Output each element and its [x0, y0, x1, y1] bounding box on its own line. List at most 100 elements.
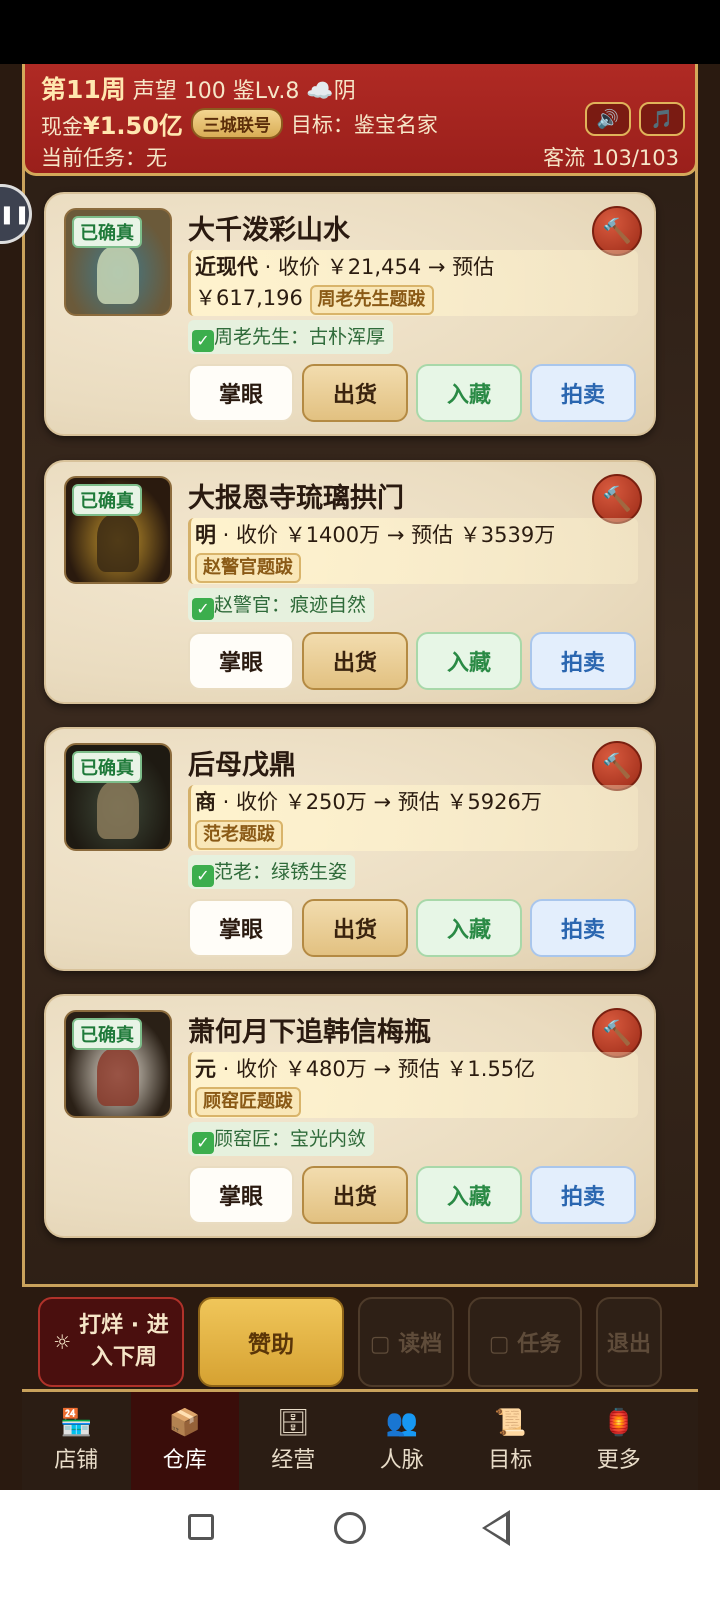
- nav-icon: 👥: [385, 1408, 418, 1438]
- sell-button[interactable]: 出货: [302, 899, 408, 957]
- item-thumbnail[interactable]: 已确真: [64, 1010, 172, 1118]
- item-card: 已确真 萧何月下追韩信梅瓶 🔨 元 · 收价 ￥480万 → 预估 ￥1.55亿…: [44, 994, 656, 1238]
- authenticated-tag: 已确真: [72, 751, 142, 783]
- item-thumbnail-art: [97, 1048, 139, 1106]
- inspect-button[interactable]: 掌眼: [188, 899, 294, 957]
- item-era: 明: [195, 523, 216, 547]
- item-price-info: 近现代 · 收价 ￥21,454 → 预估 ￥617,196 周老先生题跋: [188, 250, 638, 316]
- item-card: 已确真 后母戊鼎 🔨 商 · 收价 ￥250万 → 预估 ￥5926万 范老题跋…: [44, 727, 656, 971]
- nav-item-2[interactable]: 🗄 经营: [239, 1392, 348, 1490]
- load-save-button[interactable]: ▢ 读档: [358, 1297, 454, 1387]
- close-shop-label-1: 打烊 · 进: [79, 1313, 169, 1338]
- inspect-button[interactable]: 掌眼: [188, 1166, 294, 1224]
- sponsor-button[interactable]: 赞助: [198, 1297, 344, 1387]
- auction-button[interactable]: 拍卖: [530, 899, 636, 957]
- inscription-tag: 范老题跋: [195, 820, 283, 850]
- auction-button[interactable]: 拍卖: [530, 364, 636, 422]
- item-thumbnail[interactable]: 已确真: [64, 476, 172, 584]
- system-nav-bar: [0, 1490, 720, 1612]
- item-price-info: 元 · 收价 ￥480万 → 预估 ￥1.55亿 顾窑匠题跋: [188, 1052, 638, 1118]
- music-note-icon: 🎵: [650, 108, 674, 130]
- item-title: 萧何月下追韩信梅瓶: [188, 1017, 431, 1048]
- nav-label: 仓库: [162, 1448, 207, 1473]
- inspect-button[interactable]: 掌眼: [188, 632, 294, 690]
- recent-apps-icon[interactable]: [188, 1514, 214, 1540]
- status-bar: [0, 0, 720, 64]
- sell-button[interactable]: 出货: [302, 1166, 408, 1224]
- hammer-button[interactable]: 🔨: [592, 206, 642, 256]
- pause-icon: ❚❚: [0, 203, 30, 225]
- nav-label: 人脉: [379, 1448, 424, 1473]
- authenticated-tag: 已确真: [72, 216, 142, 248]
- weather-label: ☁️阴: [306, 79, 356, 104]
- expert-verdict-text: 赵警官：痕迹自然: [214, 594, 367, 616]
- expert-verdict: ✓ 顾窑匠：宝光内敛: [188, 1122, 375, 1156]
- music-button[interactable]: 🎵: [639, 102, 685, 136]
- nav-item-5[interactable]: 🏮 更多: [565, 1392, 674, 1490]
- auction-button[interactable]: 拍卖: [530, 632, 636, 690]
- city-badge: 三城联号: [190, 108, 283, 139]
- goal-label: 目标：鉴宝名家: [290, 112, 438, 137]
- nav-label: 经营: [271, 1448, 316, 1473]
- check-icon: ✓: [192, 1132, 214, 1154]
- task-button[interactable]: ▢ 任务: [468, 1297, 582, 1387]
- check-icon: ✓: [192, 330, 214, 352]
- collect-button[interactable]: 入藏: [416, 1166, 522, 1224]
- nav-icon: 📦: [168, 1408, 201, 1438]
- inspect-button[interactable]: 掌眼: [188, 364, 294, 422]
- item-era: 近现代: [195, 255, 258, 279]
- check-icon: ✓: [192, 865, 214, 887]
- item-price-line: · 收价 ￥480万 → 预估 ￥1.55亿: [216, 1057, 536, 1081]
- header-row-stats: 第11周 声望 100 鉴Lv.8 ☁️阴: [41, 70, 356, 106]
- sound-button[interactable]: 🔊: [585, 102, 631, 136]
- sell-button[interactable]: 出货: [302, 364, 408, 422]
- week-label: 第11周: [41, 75, 126, 104]
- nav-icon: 📜: [494, 1408, 527, 1438]
- customer-count: 客流 103/103: [543, 146, 679, 170]
- item-price-line: · 收价 ￥21,454 → 预估: [258, 255, 495, 279]
- nav-icon: 🏪: [60, 1408, 93, 1438]
- item-thumbnail[interactable]: 已确真: [64, 743, 172, 851]
- nav-label: 目标: [488, 1448, 533, 1473]
- hammer-button[interactable]: 🔨: [592, 1008, 642, 1058]
- check-icon: ✓: [192, 598, 214, 620]
- hammer-icon: 🔨: [602, 485, 632, 513]
- item-title: 大报恩寺琉璃拱门: [188, 483, 404, 514]
- nav-label: 店铺: [54, 1448, 99, 1473]
- inscription-tag: 顾窑匠题跋: [195, 1087, 301, 1117]
- cash-value: ¥1.50亿: [83, 112, 183, 140]
- item-title: 后母戊鼎: [188, 750, 296, 781]
- item-era: 商: [195, 790, 216, 814]
- inscription-tag: 赵警官题跋: [195, 553, 301, 583]
- sell-button[interactable]: 出货: [302, 632, 408, 690]
- nav-item-0[interactable]: 🏪 店铺: [22, 1392, 131, 1490]
- expert-verdict-text: 范老：绿锈生姿: [214, 861, 348, 883]
- auction-button[interactable]: 拍卖: [530, 1166, 636, 1224]
- nav-label: 更多: [596, 1448, 641, 1473]
- item-title: 大千泼彩山水: [188, 215, 350, 246]
- home-icon[interactable]: [334, 1512, 366, 1544]
- collect-button[interactable]: 入藏: [416, 364, 522, 422]
- nav-item-3[interactable]: 👥 人脉: [348, 1392, 457, 1490]
- collect-button[interactable]: 入藏: [416, 899, 522, 957]
- hammer-button[interactable]: 🔨: [592, 474, 642, 524]
- action-bar: ☼ 打烊 · 进入下周 赞助 ▢ 读档 ▢ 任务 退出: [22, 1284, 698, 1392]
- hammer-icon: 🔨: [602, 752, 632, 780]
- inscription-tag: 周老先生题跋: [309, 285, 434, 315]
- nav-item-4[interactable]: 📜 目标: [456, 1392, 565, 1490]
- exit-button[interactable]: 退出: [596, 1297, 662, 1387]
- status-header: 第11周 声望 100 鉴Lv.8 ☁️阴 现金¥1.50亿 三城联号 目标：鉴…: [22, 64, 698, 176]
- nav-item-1[interactable]: 📦 仓库: [130, 1392, 239, 1490]
- authenticated-tag: 已确真: [72, 484, 142, 516]
- sun-icon: ☼: [53, 1330, 72, 1354]
- item-thumbnail[interactable]: 已确真: [64, 208, 172, 316]
- collect-button[interactable]: 入藏: [416, 632, 522, 690]
- speaker-icon: 🔊: [596, 108, 620, 130]
- nav-icon: 🏮: [602, 1408, 635, 1438]
- background-left: [0, 64, 22, 1534]
- back-icon[interactable]: [482, 1510, 510, 1546]
- hammer-button[interactable]: 🔨: [592, 741, 642, 791]
- background-right: [698, 64, 720, 1534]
- hammer-icon: 🔨: [602, 217, 632, 245]
- close-shop-next-week-button[interactable]: ☼ 打烊 · 进入下周: [38, 1297, 184, 1387]
